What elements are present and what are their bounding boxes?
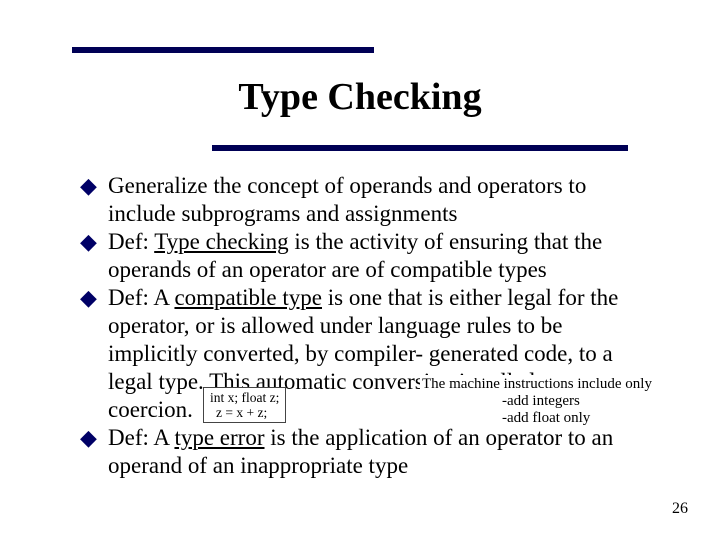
bullet-icon: ◆ [80, 228, 108, 284]
content-area: ◆ Generalize the concept of operands and… [80, 172, 640, 480]
note-line: The machine instructions include only [422, 376, 718, 393]
bullet-icon: ◆ [80, 172, 108, 228]
rule-top [72, 47, 374, 53]
code-line: int x; float z; [210, 390, 279, 405]
bullet-icon: ◆ [80, 424, 108, 480]
code-line: z = x + z; [210, 405, 279, 420]
machine-note: The machine instructions include only -a… [420, 375, 720, 428]
slide-title: Type Checking [0, 75, 720, 119]
list-item: ◆ Def: A type error is the application o… [80, 424, 640, 480]
underline-term: Type checking [154, 229, 288, 254]
item-text: Generalize the concept of operands and o… [108, 172, 640, 228]
underline-term: type error [174, 425, 264, 450]
bullet-icon: ◆ [80, 284, 108, 424]
code-inset: int x; float z; z = x + z; [203, 387, 286, 423]
item-text: Def: Type checking is the activity of en… [108, 228, 640, 284]
list-item: ◆ Generalize the concept of operands and… [80, 172, 640, 228]
item-text: Def: A type error is the application of … [108, 424, 640, 480]
rule-mid [212, 145, 628, 151]
note-line: -add float only [422, 410, 718, 427]
note-line: -add integers [422, 393, 718, 410]
underline-term: compatible type [174, 285, 322, 310]
page-number: 26 [672, 500, 688, 518]
list-item: ◆ Def: Type checking is the activity of … [80, 228, 640, 284]
